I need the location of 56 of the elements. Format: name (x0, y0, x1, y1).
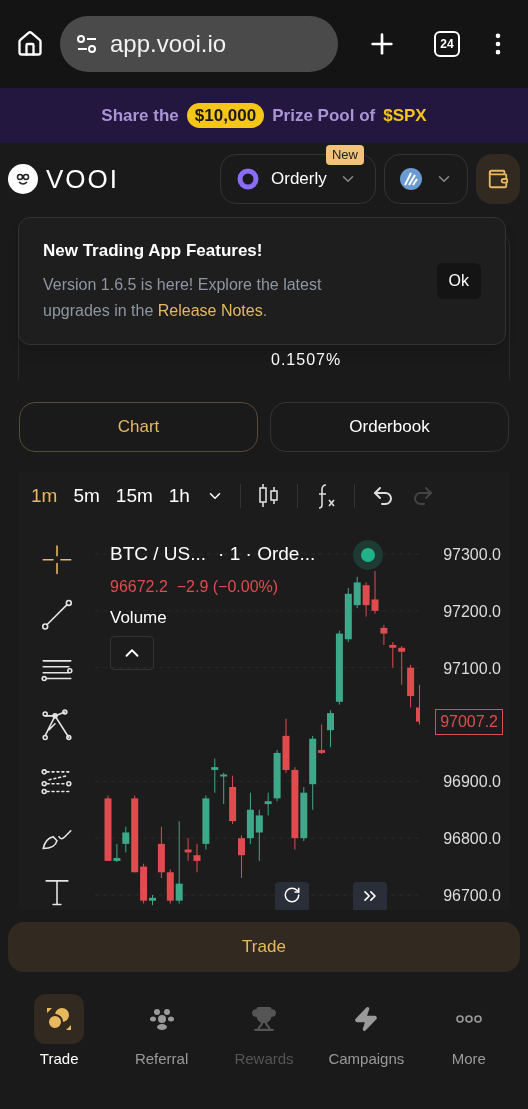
nav-item[interactable]: Trade (9, 994, 110, 1071)
lightning-icon (353, 1006, 380, 1032)
brand-name: VOOI (46, 162, 119, 196)
rotate-icon (283, 886, 301, 904)
view-tab[interactable]: Chart (19, 402, 258, 452)
last-price-label: 97007.2 (435, 708, 503, 735)
home-icon[interactable] (16, 30, 44, 58)
candlestick-icon[interactable] (256, 482, 281, 510)
price-axis-label: 97100.0 (443, 658, 501, 679)
wallet-button[interactable] (476, 154, 520, 204)
funding-rate-value: 0.1507% (271, 350, 342, 370)
wallet-icon (487, 168, 509, 190)
price-axis-label: 96800.0 (443, 829, 501, 850)
ring-logo-icon (237, 168, 259, 190)
popup-message: Version 1.6.5 is here! Explore the latest upgrades in the Release Notes. (43, 274, 323, 321)
reset-chart-button[interactable] (275, 882, 309, 910)
chain-logo-icon (399, 167, 423, 191)
ok-button[interactable]: Ok (436, 262, 481, 299)
price-axis-label: 96900.0 (443, 772, 501, 793)
new-badge: New (326, 145, 364, 165)
popup-title: New Trading App Features! (43, 240, 264, 262)
collapse-button[interactable] (110, 636, 154, 670)
trade-button[interactable]: Trade (8, 922, 520, 972)
address-bar[interactable]: app.vooi.io (60, 16, 338, 72)
price-change-text: 96672.2 −2.9 (−0.00%) (110, 576, 280, 597)
network-name: Orderly (271, 168, 327, 191)
timeframe-tab[interactable]: 15m (115, 481, 153, 511)
site-settings-icon[interactable] (76, 33, 98, 55)
token-name: $SPX (383, 104, 427, 127)
price-axis-label: 97300.0 (443, 545, 501, 565)
trophy-icon (250, 1006, 277, 1032)
trend-line-icon[interactable] (39, 597, 75, 633)
scroll-right-button[interactable] (353, 882, 387, 910)
timeframe-tab[interactable]: 5m (73, 481, 100, 511)
view-tab[interactable]: Orderbook (270, 402, 509, 452)
timeframe-tab[interactable]: 1h (168, 481, 190, 511)
timeframe-tab[interactable]: 1m (31, 481, 58, 511)
banner-text: Share the (101, 104, 179, 127)
banner-text: Prize Pool of (272, 104, 376, 127)
price-axis-label: 97200.0 (443, 601, 501, 622)
nav-item[interactable]: Campaigns (316, 994, 417, 1071)
nav-item[interactable]: Referral (111, 994, 212, 1071)
volume-label: Volume (110, 606, 168, 629)
coins-icon (45, 1005, 74, 1033)
chain-selector[interactable] (384, 154, 468, 204)
symbol-label: BTC / US... (110, 542, 207, 566)
promo-banner[interactable]: Share the $10,000 Prize Pool of $SPX (0, 88, 528, 143)
url-text: app.vooi.io (110, 29, 227, 59)
nav-item[interactable]: More (418, 994, 519, 1071)
more-icon (455, 1015, 482, 1023)
price-axis-label: 96700.0 (443, 886, 501, 906)
brand-logo-icon[interactable] (8, 164, 38, 194)
interval-label: · 1 · Orde... (218, 542, 316, 566)
tab-count-button[interactable]: 24 (434, 31, 460, 57)
release-notes-link[interactable]: Release Notes (157, 301, 263, 319)
prize-amount: $10,000 (186, 102, 265, 129)
